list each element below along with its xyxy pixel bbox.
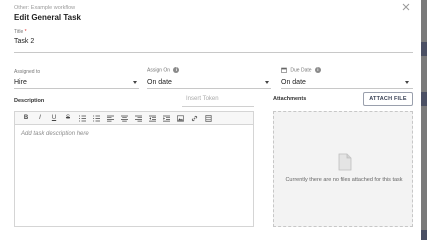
assign-on-label: Assign On i	[147, 67, 180, 74]
indent-icon	[162, 115, 170, 121]
required-mark: *	[24, 29, 27, 35]
outdent-icon	[148, 115, 156, 121]
chevron-down-icon[interactable]	[265, 81, 269, 84]
editor-toolbar: B I U S	[15, 112, 253, 125]
strikethrough-button[interactable]: S	[61, 113, 75, 124]
edit-task-dialog: Other: Example workflow Edit General Tas…	[0, 0, 421, 240]
italic-button[interactable]: I	[33, 113, 47, 124]
title-input[interactable]: Task 2	[14, 38, 34, 45]
align-center-icon	[120, 115, 128, 121]
chevron-down-icon[interactable]	[133, 81, 137, 84]
backdrop-accent	[421, 92, 427, 106]
assigned-to-underline	[14, 88, 139, 89]
due-date-underline	[281, 88, 413, 89]
align-left-icon	[106, 115, 114, 121]
video-button[interactable]	[201, 113, 215, 124]
attachments-label: Attachments	[273, 96, 307, 102]
backdrop-accent	[421, 42, 427, 56]
description-label: Description	[14, 98, 45, 104]
bold-button[interactable]: B	[19, 113, 33, 124]
align-right-icon	[134, 115, 142, 121]
title-input-underline	[14, 52, 413, 53]
link-button[interactable]	[187, 113, 201, 124]
image-icon	[176, 115, 184, 122]
title-field-label: Title *	[14, 29, 27, 35]
ordered-list-button[interactable]	[75, 113, 89, 124]
due-date-label-text: Due Date	[290, 67, 312, 74]
description-placeholder: Add task description here	[21, 131, 89, 137]
attach-file-button[interactable]: ATTACH FILE	[363, 92, 413, 106]
file-icon	[338, 153, 352, 171]
chevron-down-icon[interactable]	[405, 81, 409, 84]
backdrop-accent	[421, 230, 427, 240]
underline-button[interactable]: U	[47, 113, 61, 124]
assign-on-select[interactable]: On date	[147, 79, 172, 86]
align-right-button[interactable]	[131, 113, 145, 124]
indent-button[interactable]	[159, 113, 173, 124]
calendar-icon	[281, 67, 287, 73]
link-icon	[191, 115, 197, 121]
ordered-list-icon	[78, 115, 86, 121]
assigned-to-select[interactable]: Hire	[14, 79, 27, 86]
dialog-subtitle: Other: Example workflow	[14, 5, 76, 11]
insert-token-underline	[182, 106, 254, 107]
align-center-button[interactable]	[117, 113, 131, 124]
description-editor[interactable]: B I U S Add task description here	[14, 111, 254, 227]
close-icon	[402, 3, 410, 11]
due-date-label: Due Date i	[281, 67, 321, 73]
assigned-to-label: Assigned to	[14, 69, 41, 75]
align-left-button[interactable]	[103, 113, 117, 124]
dialog-title: Edit General Task	[14, 13, 81, 22]
due-date-select[interactable]: On date	[281, 79, 306, 86]
assign-on-underline	[147, 88, 271, 89]
assign-on-label-text: Assign On	[147, 67, 171, 74]
no-files-message: Currently there are no files attached fo…	[285, 177, 403, 183]
close-button[interactable]	[401, 2, 411, 12]
bullet-list-button[interactable]	[89, 113, 103, 124]
backdrop-edge	[421, 0, 427, 240]
title-label-text: Title	[14, 29, 24, 35]
image-button[interactable]	[173, 113, 187, 124]
video-icon	[205, 114, 212, 122]
info-icon[interactable]: i	[314, 67, 321, 73]
info-icon[interactable]: i	[173, 67, 180, 73]
insert-token-select[interactable]: Insert Token	[186, 96, 252, 102]
attachments-dropzone[interactable]: Currently there are no files attached fo…	[273, 111, 413, 227]
bullet-list-icon	[92, 115, 100, 121]
outdent-button[interactable]	[145, 113, 159, 124]
